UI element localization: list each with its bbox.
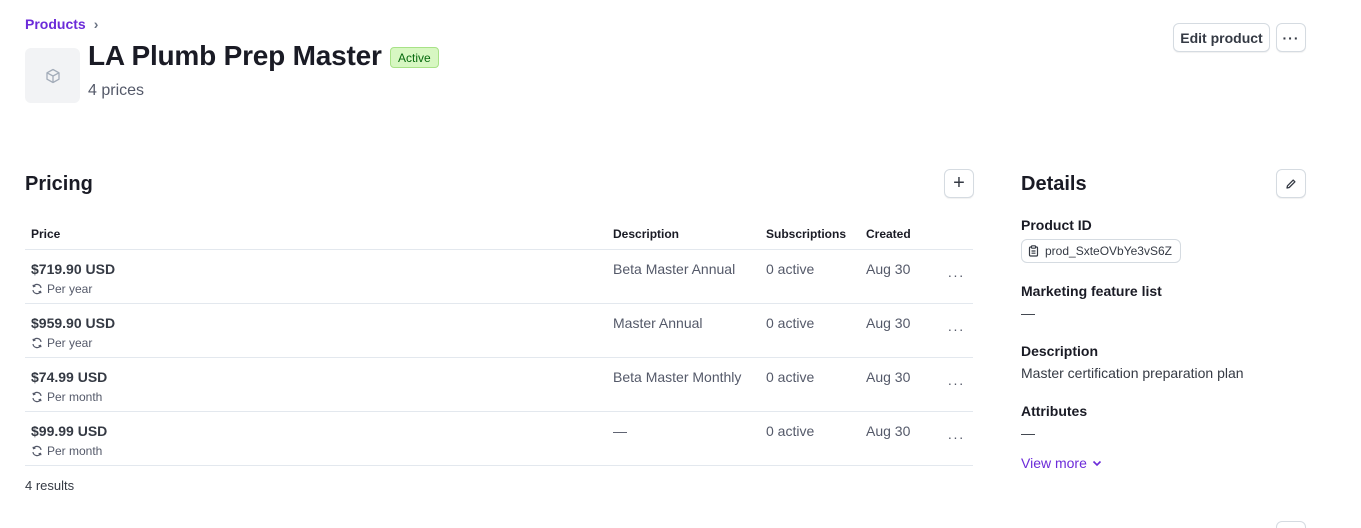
marketing-value: — [1021,305,1035,321]
row-more-button[interactable]: ··· [945,319,967,339]
interval-label: Per year [47,282,93,296]
prices-count: 4 prices [88,82,145,99]
table-row[interactable]: $74.99 USD Per month Beta Master Monthly… [25,358,973,412]
product-id-label: Product ID [1021,217,1092,233]
chevron-right-icon: › [93,16,99,32]
description-value: Master certification preparation plan [1021,365,1244,381]
add-price-button[interactable]: + [944,169,974,198]
price-description: Beta Master Annual [613,261,736,277]
price-amount: $99.99 USD [31,423,108,439]
view-more-link[interactable]: View more [1021,455,1103,471]
status-badge: Active [390,47,439,68]
more-actions-button[interactable]: ··· [1276,23,1306,52]
edit-details-button[interactable] [1276,169,1306,198]
price-amount: $74.99 USD [31,369,108,385]
description-label: Description [1021,343,1099,359]
table-row[interactable]: $959.90 USD Per year Master Annual 0 act… [25,304,973,358]
price-created: Aug 30 [866,423,911,439]
chevron-down-icon [1092,460,1101,467]
price-created: Aug 30 [866,369,911,385]
price-interval: Per year [31,282,92,296]
col-subscriptions[interactable]: Subscriptions [766,227,846,241]
cube-icon [45,68,60,83]
price-interval: Per month [31,390,102,404]
price-description: Beta Master Monthly [613,369,742,385]
attributes-label: Attributes [1021,403,1088,419]
price-amount: $959.90 USD [31,315,116,331]
view-more-label: View more [1021,455,1087,471]
col-created[interactable]: Created [866,227,911,241]
col-description[interactable]: Description [613,227,679,241]
breadcrumb: Products › [25,16,98,32]
interval-label: Per year [47,336,93,350]
marketing-label: Marketing feature list [1021,283,1162,299]
recurring-icon [32,391,42,403]
price-subscriptions: 0 active [766,423,815,439]
results-count: 4 results [25,478,75,493]
interval-label: Per month [47,390,103,404]
edit-product-button[interactable]: Edit product [1173,23,1270,52]
row-more-button[interactable]: ··· [945,373,967,393]
product-thumbnail [25,48,80,103]
price-created: Aug 30 [866,261,911,277]
details-title: Details [1021,173,1087,195]
recurring-icon [32,445,42,457]
pricing-title: Pricing [25,173,93,195]
price-subscriptions: 0 active [766,315,815,331]
clipboard-icon [1028,245,1039,257]
pricing-table: Price Description Subscriptions Created … [25,222,973,466]
price-amount: $719.90 USD [31,261,116,277]
bottom-action-button[interactable] [1276,521,1306,528]
col-price[interactable]: Price [31,227,60,241]
price-subscriptions: 0 active [766,369,815,385]
row-more-button[interactable]: ··· [945,427,967,447]
pencil-icon [1286,178,1296,189]
attributes-value: — [1021,425,1035,441]
recurring-icon [32,337,42,349]
price-interval: Per month [31,444,102,458]
price-subscriptions: 0 active [766,261,815,277]
table-header: Price Description Subscriptions Created [25,222,973,250]
row-more-button[interactable]: ··· [945,265,967,285]
product-id-copy[interactable]: prod_SxteOVbYe3vS6Z [1021,239,1181,263]
interval-label: Per month [47,444,103,458]
table-row[interactable]: $719.90 USD Per year Beta Master Annual … [25,250,973,304]
price-created: Aug 30 [866,315,911,331]
breadcrumb-products-link[interactable]: Products [25,16,86,32]
product-id-value: prod_SxteOVbYe3vS6Z [1045,244,1172,258]
recurring-icon [32,283,42,295]
price-description: — [613,423,627,439]
price-description: Master Annual [613,315,703,331]
table-row[interactable]: $99.99 USD Per month — 0 active Aug 30 ·… [25,412,973,466]
price-interval: Per year [31,336,92,350]
page-title: LA Plumb Prep Master [88,40,382,71]
